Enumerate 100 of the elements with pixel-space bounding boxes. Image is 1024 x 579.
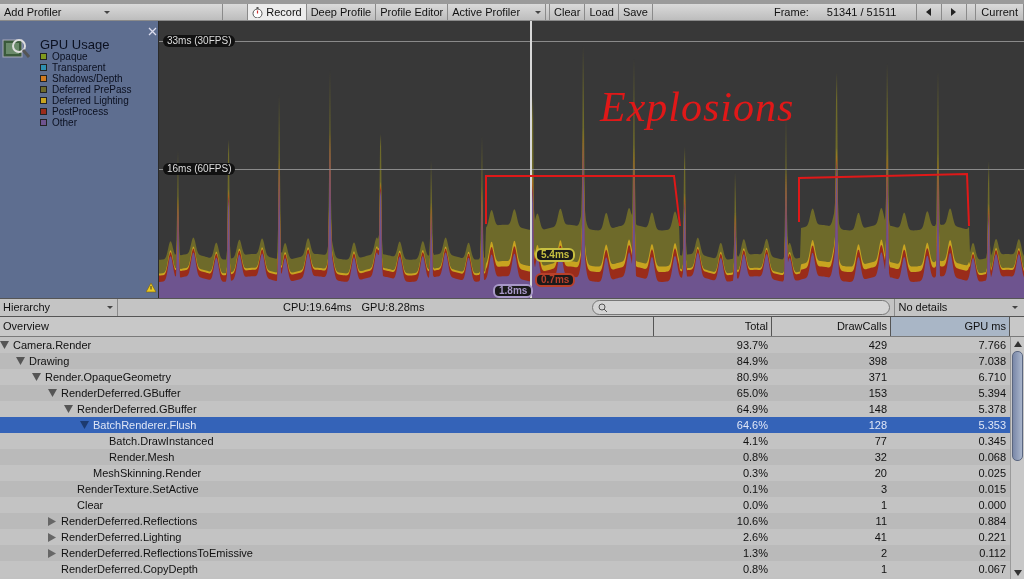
- scrollbar[interactable]: [1010, 337, 1024, 579]
- expanded-arrow-icon[interactable]: [48, 389, 57, 397]
- search-icon: [598, 303, 608, 312]
- cpu-time: CPU:19.64ms: [283, 300, 352, 316]
- row-label: RenderDeferred.Reflections: [61, 513, 198, 529]
- toolbar-button[interactable]: Load: [585, 4, 619, 20]
- previous-frame-button[interactable]: [915, 4, 942, 20]
- legend-label: Other: [52, 117, 77, 128]
- table-cell-text: 0.8%: [741, 449, 769, 465]
- legend-label: Deferred PrePass: [52, 84, 132, 95]
- table-cell-text: 429: [867, 337, 888, 353]
- table-cell-text: 5.394: [977, 385, 1007, 401]
- table-cell-text: 10.6%: [735, 513, 769, 529]
- expanded-arrow-icon[interactable]: [80, 421, 89, 429]
- toolbar-button[interactable]: Clear: [550, 4, 586, 20]
- row-label: RenderDeferred.CopyDepth: [61, 561, 198, 577]
- column-header[interactable]: GPU ms: [891, 317, 1010, 336]
- view-dropdown[interactable]: Hierarchy: [0, 299, 118, 316]
- warning-icon: [146, 283, 156, 293]
- table-cell-text: 11: [874, 513, 888, 529]
- collapsed-arrow-icon[interactable]: [48, 516, 57, 526]
- row-label: RenderTexture.SetActive: [77, 481, 199, 497]
- add-profiler-dropdown[interactable]: Add Profiler: [0, 4, 224, 20]
- table-cell-text: 1: [879, 497, 888, 513]
- row-label: MeshSkinning.Render: [93, 465, 202, 481]
- caret-icon: [107, 306, 113, 309]
- table-cell-text: 0.1%: [741, 481, 769, 497]
- table-cell-text: 93.7%: [735, 337, 769, 353]
- row-label: Drawing: [29, 353, 70, 369]
- row-label: Render.OpaqueGeometry: [45, 369, 171, 385]
- right-arrow-icon: [951, 8, 957, 16]
- table-cell-text: 64.9%: [735, 401, 769, 417]
- table-cell-text: 0.000: [977, 497, 1007, 513]
- table-row[interactable]: RenderDeferred.GBuffer 65.0% 153 5.394: [0, 385, 1010, 401]
- toggle-button[interactable]: Record: [248, 4, 307, 20]
- row-label: RenderDeferred.GBuffer: [61, 385, 181, 401]
- column-header[interactable]: Overview: [0, 317, 654, 336]
- expanded-arrow-icon[interactable]: [16, 357, 25, 365]
- table-cell-text: 3: [879, 481, 888, 497]
- table-cell-text: 148: [867, 401, 888, 417]
- value-readout: 1.8ms: [493, 284, 534, 298]
- table-cell-text: 1.3%: [741, 545, 769, 561]
- table-cell-text: 153: [867, 385, 888, 401]
- value-readout: 0.7ms: [535, 273, 576, 287]
- row-label: RenderDeferred.Lighting: [61, 529, 182, 545]
- table-row[interactable]: Render.Mesh 0.8% 32 0.068: [0, 449, 1010, 465]
- table-cell-text: 0.8%: [741, 561, 769, 577]
- toggle-button[interactable]: Deep Profile: [306, 4, 377, 20]
- table-cell-text: 128: [867, 417, 888, 433]
- table-cell-text: 4.1%: [741, 433, 769, 449]
- legend-title: GPU Usage: [40, 36, 110, 52]
- active-profiler-dropdown[interactable]: Active Profiler: [448, 4, 547, 20]
- stopwatch-icon: [252, 6, 264, 18]
- expanded-arrow-icon[interactable]: [64, 405, 73, 413]
- collapsed-arrow-icon[interactable]: [48, 532, 57, 542]
- frame-counter: 51341 / 51511: [826, 4, 898, 20]
- expanded-arrow-icon[interactable]: [32, 373, 41, 381]
- table-cell-text: 0.015: [977, 481, 1007, 497]
- scroll-down-icon[interactable]: [1013, 570, 1022, 576]
- table-row[interactable]: BatchRenderer.Flush 64.6% 128 5.353: [0, 417, 1010, 433]
- table-cell-text: 64.6%: [735, 417, 769, 433]
- value-readout: 5.4ms: [535, 248, 576, 262]
- toggle-button[interactable]: Profile Editor: [376, 4, 449, 20]
- table-cell-text: 2.6%: [741, 529, 769, 545]
- table-cell-text: 41: [873, 529, 888, 545]
- table-cell-text: 1: [879, 561, 888, 577]
- table-cell-text: 20: [873, 465, 888, 481]
- search-field[interactable]: [592, 300, 891, 315]
- table-cell-text: 398: [867, 353, 888, 369]
- row-label: RenderDeferred.GBuffer: [77, 401, 197, 417]
- collapsed-arrow-icon[interactable]: [48, 548, 57, 558]
- row-label: BatchRenderer.Flush: [93, 417, 197, 433]
- threshold-label: 16ms (60FPS): [163, 163, 236, 175]
- table-row[interactable]: Drawing 84.9% 398 7.038: [0, 353, 1010, 369]
- details-dropdown[interactable]: No details: [894, 299, 1024, 316]
- legend-label: PostProcess: [52, 106, 109, 117]
- table-cell-text: 0.067: [977, 561, 1007, 577]
- table-cell-text: 0.884: [977, 513, 1007, 529]
- scroll-thumb[interactable]: [1012, 351, 1023, 461]
- table-row[interactable]: RenderDeferred.ReflectionsToEmissive 1.3% 2 0.112: [0, 545, 1010, 561]
- table-cell-text: 5.353: [977, 417, 1007, 433]
- table-row[interactable]: RenderDeferred.Reflections 10.6% 11 0.884: [0, 513, 1010, 529]
- toolbar-button[interactable]: Save: [618, 4, 653, 20]
- threshold-label: 33ms (30FPS): [163, 35, 236, 47]
- handwritten-annotation: Explosions: [600, 83, 795, 131]
- legend-label: Shadows/Depth: [52, 73, 123, 84]
- table-cell-text: 2: [879, 545, 888, 561]
- table-cell-text: 0.0%: [741, 497, 769, 513]
- table-row[interactable]: RenderTexture.SetActive 0.1% 3 0.015: [0, 481, 1010, 497]
- column-header[interactable]: Total: [654, 317, 772, 336]
- table-cell-text: 7.038: [977, 353, 1007, 369]
- caret-icon: [535, 10, 542, 14]
- left-arrow-icon: [926, 8, 932, 16]
- table-cell-text: 0.221: [977, 529, 1007, 545]
- expanded-arrow-icon[interactable]: [0, 341, 9, 349]
- caret-icon: [104, 10, 111, 14]
- scroll-up-icon[interactable]: [1013, 341, 1022, 347]
- current-frame-button[interactable]: Current: [976, 4, 1024, 20]
- table-cell-text: 0.025: [977, 465, 1007, 481]
- legend-label: Deferred Lighting: [52, 95, 129, 106]
